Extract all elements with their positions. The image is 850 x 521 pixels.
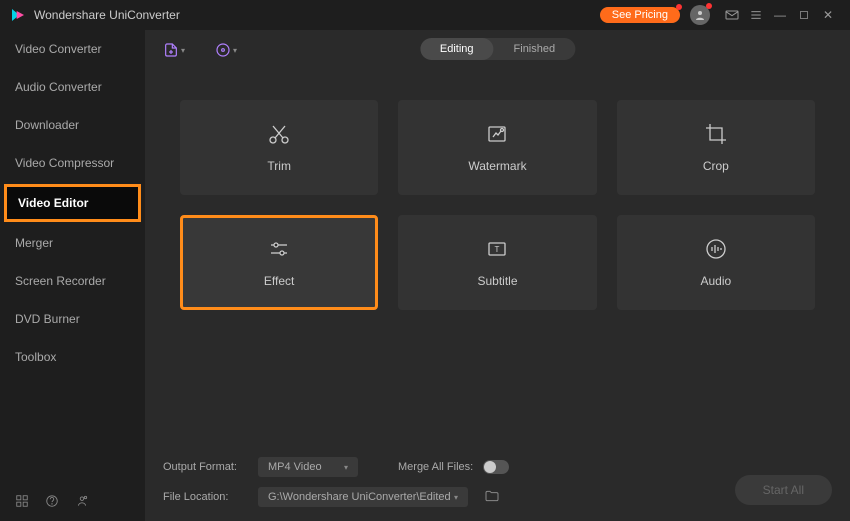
tile-label: Subtitle: [477, 274, 517, 288]
output-format-dropdown[interactable]: MP4 Video▾: [258, 457, 358, 477]
sidebar-item-toolbox[interactable]: Toolbox: [0, 338, 145, 376]
file-location-dropdown[interactable]: G:\Wondershare UniConverter\Edited▾: [258, 487, 468, 507]
scissors-icon: [267, 123, 291, 145]
add-file-button[interactable]: ▾: [163, 42, 185, 58]
sidebar-item-video-compressor[interactable]: Video Compressor: [0, 144, 145, 182]
subtitle-icon: T: [485, 238, 509, 260]
tile-audio[interactable]: Audio: [617, 215, 815, 310]
maximize-button[interactable]: [792, 3, 816, 27]
app-title: Wondershare UniConverter: [34, 8, 180, 22]
tile-watermark[interactable]: Watermark: [398, 100, 596, 195]
see-pricing-button[interactable]: See Pricing: [600, 7, 680, 23]
user-icon: [694, 9, 706, 21]
tile-crop[interactable]: Crop: [617, 100, 815, 195]
tab-finished[interactable]: Finished: [494, 38, 576, 60]
start-all-button[interactable]: Start All: [735, 475, 832, 505]
merge-all-label: Merge All Files:: [398, 461, 473, 473]
tile-trim[interactable]: Trim: [180, 100, 378, 195]
svg-text:T: T: [495, 245, 500, 254]
file-location-label: File Location:: [163, 491, 248, 503]
watermark-icon: [485, 123, 509, 145]
add-disc-button[interactable]: ▾: [215, 42, 237, 58]
feedback-icon[interactable]: [75, 494, 89, 511]
grid-icon[interactable]: [15, 494, 29, 511]
sidebar-item-video-converter[interactable]: Video Converter: [0, 30, 145, 68]
sidebar-item-video-editor[interactable]: Video Editor: [4, 184, 141, 222]
app-logo-icon: [10, 7, 26, 23]
tile-label: Effect: [264, 274, 294, 288]
sidebar-item-downloader[interactable]: Downloader: [0, 106, 145, 144]
tile-subtitle[interactable]: T Subtitle: [398, 215, 596, 310]
sidebar-item-audio-converter[interactable]: Audio Converter: [0, 68, 145, 106]
merge-all-toggle[interactable]: [483, 460, 509, 474]
mail-icon[interactable]: [720, 3, 744, 27]
sidebar-item-dvd-burner[interactable]: DVD Burner: [0, 300, 145, 338]
sliders-icon: [267, 238, 291, 260]
menu-icon[interactable]: [744, 3, 768, 27]
crop-icon: [704, 123, 728, 145]
tile-effect[interactable]: Effect: [180, 215, 378, 310]
close-button[interactable]: ✕: [816, 3, 840, 27]
help-icon[interactable]: [45, 494, 59, 511]
tile-label: Trim: [267, 159, 291, 173]
tile-label: Audio: [700, 274, 731, 288]
sidebar-item-merger[interactable]: Merger: [0, 224, 145, 262]
tabs: Editing Finished: [420, 38, 575, 60]
tile-label: Watermark: [468, 159, 526, 173]
tile-label: Crop: [703, 159, 729, 173]
open-folder-button[interactable]: [484, 488, 500, 507]
tab-editing[interactable]: Editing: [420, 38, 494, 60]
user-avatar[interactable]: [690, 5, 710, 25]
output-format-label: Output Format:: [163, 461, 248, 473]
sidebar-item-screen-recorder[interactable]: Screen Recorder: [0, 262, 145, 300]
audio-icon: [704, 238, 728, 260]
sidebar: Video Converter Audio Converter Download…: [0, 30, 145, 521]
minimize-button[interactable]: —: [768, 3, 792, 27]
